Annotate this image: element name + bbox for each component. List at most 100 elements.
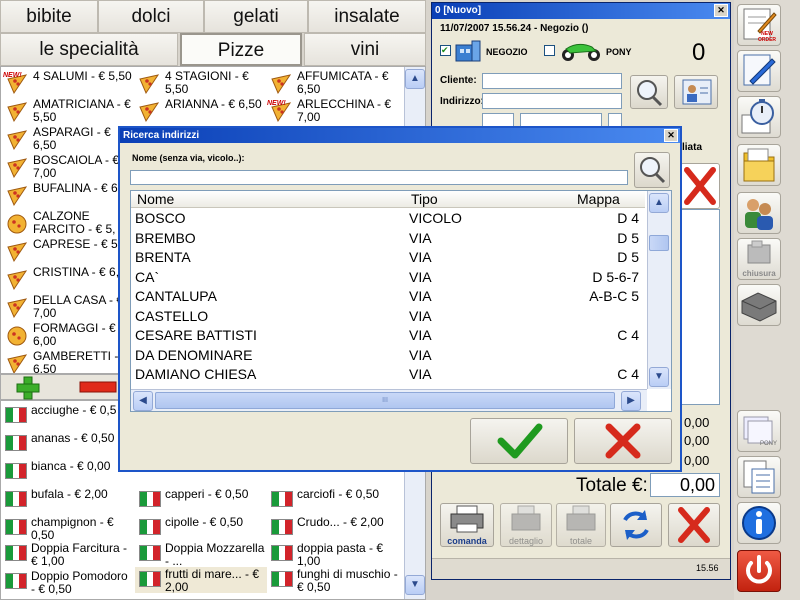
tab-dolci[interactable]: dolci — [98, 0, 204, 33]
product-item[interactable]: BUFALINA - € 6,50 — [3, 181, 137, 209]
amount-1: 0,00 — [684, 415, 710, 430]
tab-bibite[interactable]: bibite — [0, 0, 98, 33]
indirizzo-input[interactable] — [482, 93, 622, 109]
totale-button[interactable]: totale — [556, 503, 606, 547]
product-item[interactable]: BOSCAIOLA - € 7,00 — [3, 153, 137, 181]
topping-item[interactable]: doppia pasta - € 1,00 — [267, 541, 399, 568]
topping-item[interactable]: Doppia Farcitura - € 1,00 — [1, 541, 133, 568]
table-row[interactable]: CESARE BATTISTI VIA C 4 — [131, 326, 643, 346]
topping-item[interactable]: capperi - € 0,50 — [135, 487, 267, 513]
table-row[interactable]: BREMBO VIA D 5 — [131, 229, 643, 249]
italian-flag-icon — [271, 571, 293, 587]
col-nome-header[interactable]: Nome — [137, 191, 174, 208]
comanda-button[interactable]: comanda — [440, 503, 494, 547]
topping-item[interactable]: ananas - € 0,50 — [1, 431, 133, 457]
product-item[interactable]: GAMBERETTI - € 6,50 — [3, 349, 137, 373]
scroll-left-icon[interactable]: ◀ — [133, 391, 153, 411]
users-button[interactable] — [737, 192, 781, 234]
product-item[interactable]: AFFUMICATA - € 6,50 — [267, 69, 401, 97]
topping-item[interactable]: funghi di muschio - € 0,50 — [267, 567, 399, 594]
topping-item[interactable]: Crudo... - € 2,00 — [267, 515, 399, 541]
scroll-up-icon[interactable]: ▲ — [649, 193, 669, 213]
status-bar: 15.56 — [432, 558, 730, 579]
topping-item[interactable]: bufala - € 2,00 — [1, 487, 133, 513]
grid-vscroll[interactable]: ▲ ▼ — [647, 191, 671, 389]
product-label: ARIANNA - € 6,50 — [165, 97, 262, 111]
topping-item[interactable]: cipolle - € 0,50 — [135, 515, 267, 541]
ok-button[interactable] — [470, 418, 568, 464]
topping-item[interactable]: bianca - € 0,00 — [1, 459, 133, 485]
notes-button[interactable] — [737, 50, 781, 92]
pony-checkbox[interactable] — [544, 45, 555, 56]
cliente-input[interactable] — [482, 73, 622, 89]
chiusura-button[interactable]: chiusura — [737, 238, 781, 280]
table-row[interactable]: DAMIANO CHIESA VIA C 4 — [131, 365, 643, 385]
col-tipo-header[interactable]: Tipo — [411, 191, 438, 208]
topping-item[interactable]: frutti di mare... - € 2,00 — [135, 567, 267, 594]
dettaglio-button[interactable]: dettaglio — [500, 503, 552, 547]
close-icon[interactable]: ✕ — [714, 4, 728, 17]
topping-item[interactable]: Doppia Mozzarella - ... — [135, 541, 267, 568]
topping-item[interactable]: champignon - € 0,50 — [1, 515, 133, 542]
info-button[interactable] — [737, 502, 781, 544]
scroll-right-icon[interactable]: ▶ — [621, 391, 641, 411]
close-icon[interactable]: ✕ — [664, 129, 678, 142]
scroll-down-icon[interactable]: ▼ — [649, 367, 669, 387]
col-mappa-header[interactable]: Mappa — [577, 191, 620, 208]
info-icon — [742, 506, 776, 540]
product-item[interactable]: DELLA CASA - € 7,00 — [3, 293, 137, 321]
product-item[interactable]: NEW! 4 SALUMI - € 5,50 — [3, 69, 137, 97]
product-item[interactable]: ARIANNA - € 6,50 — [135, 97, 269, 125]
tab-insalate[interactable]: insalate — [308, 0, 426, 33]
delete-client-button[interactable] — [680, 163, 720, 209]
tab-le-specialita[interactable]: le specialità — [0, 33, 178, 66]
folder-button[interactable] — [737, 144, 781, 186]
table-row[interactable]: CASTELLO VIA — [131, 307, 643, 327]
hscroll-thumb[interactable]: III — [155, 392, 615, 409]
cancel-button[interactable] — [574, 418, 672, 464]
refresh-button[interactable] — [610, 503, 662, 547]
product-item[interactable]: CALZONE FARCITO - € 5, — [3, 209, 137, 237]
product-item[interactable]: CAPRESE - € 5,00 — [3, 237, 137, 265]
pizza-icon — [7, 102, 28, 123]
new-badge: NEW! — [267, 100, 286, 107]
tab-vini[interactable]: vini — [304, 33, 426, 66]
grid-hscroll[interactable]: ◀ III ▶ — [131, 389, 647, 411]
product-item[interactable]: ASPARAGI - € 6,50 — [3, 125, 137, 153]
address-search-input[interactable] — [130, 170, 628, 185]
report-button[interactable] — [737, 456, 781, 498]
product-item[interactable]: NEW! ARLECCHINA - € 7,00 — [267, 97, 401, 125]
table-row[interactable]: CANTALUPA VIA A-B-C 5 — [131, 287, 643, 307]
magnifier-icon — [640, 157, 666, 184]
scroll-up-icon[interactable]: ▲ — [405, 69, 425, 89]
topping-item[interactable]: carciofi - € 0,50 — [267, 487, 399, 513]
topping-item[interactable]: acciughe - € 0,5 — [1, 403, 133, 429]
table-row[interactable]: DA DENOMINARE VIA — [131, 346, 643, 366]
minus-icon[interactable] — [79, 381, 117, 393]
cell-mappa: C 4 — [617, 327, 639, 343]
negozio-checkbox[interactable]: ✔ — [440, 45, 451, 56]
product-item[interactable]: 4 STAGIONI - € 5,50 — [135, 69, 269, 97]
table-row[interactable]: BOSCO VICOLO D 4 — [131, 209, 643, 229]
cancel-order-button[interactable] — [668, 503, 720, 547]
plus-icon[interactable] — [15, 376, 41, 400]
timer-button[interactable] — [737, 96, 781, 138]
new-order-button[interactable]: NEW ORDER — [737, 4, 781, 46]
drawer-button[interactable] — [737, 284, 781, 326]
address-search-button[interactable] — [634, 152, 670, 188]
tab-gelati[interactable]: gelati — [204, 0, 308, 33]
users-icon — [745, 199, 773, 230]
topping-item[interactable]: Doppio Pomodoro - € 0,50 — [1, 569, 133, 596]
client-card-button[interactable] — [674, 75, 718, 109]
product-item[interactable]: FORMAGGI - € 6,00 — [3, 321, 137, 349]
power-button[interactable] — [737, 550, 781, 592]
table-row[interactable]: CA` VIA D 5-6-7 — [131, 268, 643, 288]
product-item[interactable]: AMATRICIANA - € 5,50 — [3, 97, 137, 125]
product-item[interactable]: CRISTINA - € 6,50 — [3, 265, 137, 293]
scroll-thumb[interactable] — [649, 235, 669, 251]
table-row[interactable]: BRENTA VIA D 5 — [131, 248, 643, 268]
scroll-down-icon[interactable]: ▼ — [405, 575, 425, 595]
tab-pizze[interactable]: Pizze — [180, 33, 302, 66]
pony-list-button[interactable]: PONY — [737, 410, 781, 452]
search-client-button[interactable] — [630, 75, 668, 109]
